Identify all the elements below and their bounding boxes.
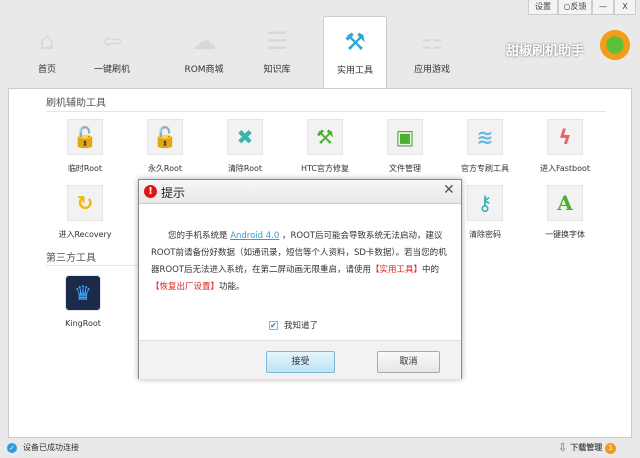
tab-rom-store[interactable]: ☁ ROM商城 [172,16,236,88]
tab-home[interactable]: ⌂ 首页 [15,16,79,88]
tab-label: ROM商城 [184,65,224,75]
checkbox-checked-icon: ✔ [269,320,278,330]
warning-dialog: ! 提示 ✕ 您的手机系统是 Android 4.0 ，ROOT后可能会导致系统… [138,179,462,379]
tools-icon: ⚒ [344,28,366,56]
acknowledge-checkbox[interactable]: ✔ 我知道了 [269,319,318,331]
tab-one-click-flash[interactable]: ⇦ 一键刷机 [80,16,144,88]
close-window-button[interactable]: X [614,0,636,15]
tab-label: 一键刷机 [93,65,130,75]
checkbox-label: 我知道了 [284,321,319,331]
cloud-download-icon: ☁ [192,27,216,55]
divider [46,111,606,112]
dialog-titlebar: ! 提示 ✕ [139,180,461,204]
phone-upgrade-icon: ≋ [467,119,503,155]
cancel-button[interactable]: 取消 [377,351,440,373]
gamepad-icon: ⚏ [421,27,443,55]
minimize-button[interactable]: — [592,0,614,15]
tool-label: 官方专刷工具 [461,164,509,173]
accept-button[interactable]: 接受 [266,351,335,373]
tab-apps-games[interactable]: ⚏ 应用游戏 [400,16,464,88]
connection-status: 设备已成功连接 [23,443,79,452]
tool-label: 进入Fastboot [539,164,591,173]
tool-label: HTC官方修复 [300,164,350,173]
tab-utilities[interactable]: ⚒ 实用工具 [323,16,387,88]
message-text: 您的手机系统是 [168,231,231,241]
kingroot-icon: ♛ [65,275,101,311]
download-manager-label: 下载管理 [570,443,603,452]
warning-icon: ! [144,185,157,198]
dialog-footer: 接受 取消 [139,340,461,379]
dialog-message: 您的手机系统是 Android 4.0 ，ROOT后可能会导致系统无法启动，建议… [151,228,451,296]
tool-label: KingRoot [65,319,101,328]
tool-label: 临时Root [67,164,103,173]
tool-recovery[interactable]: ↻ 进入Recovery [45,185,125,240]
section-title-flash-tools: 刷机辅助工具 [46,98,106,109]
tool-kingroot[interactable]: ♛ KingRoot [43,275,123,328]
message-text: 功能。 [219,282,245,292]
tool-permanent-root[interactable]: 🔓 永久Root [125,119,205,174]
tool-label: 进入Recovery [58,230,112,239]
key-icon: ⚷ [467,185,503,221]
tool-htc-repair[interactable]: ⚒ HTC官方修复 [285,119,365,174]
download-count-badge: 1 [605,442,617,454]
folder-icon: ▣ [387,119,423,155]
tool-label: 清除Root [227,164,263,173]
utilities-highlight: 【实用工具】 [370,265,422,275]
dialog-close-button[interactable]: ✕ [443,182,455,198]
feedback-button[interactable]: ○反馈 [558,0,592,15]
hammer-icon: ⚒ [307,119,343,155]
dialog-title: 提示 [161,186,186,200]
tab-label: 首页 [37,65,56,75]
android-remove-icon: ✖ [227,119,263,155]
status-bar: ✓ 设备已成功连接 ⇩ 下载管理 1 [0,438,640,458]
download-manager-button[interactable]: ⇩ 下载管理 1 [558,438,617,458]
home-icon: ⌂ [39,27,55,55]
brand-logo-icon [600,30,630,60]
font-icon: A [547,185,583,221]
tool-fastboot[interactable]: ϟ 进入Fastboot [525,119,605,174]
lightning-icon: ϟ [547,119,583,155]
tab-label: 实用工具 [336,66,373,76]
brand-logo-text: 甜椒刷机助手 [506,44,585,59]
tool-label: 永久Root [147,164,183,173]
divider [46,265,146,266]
settings-button[interactable]: 设置 [528,0,558,15]
connected-check-icon: ✓ [7,443,17,453]
tool-remove-root[interactable]: ✖ 清除Root [205,119,285,174]
unlock-icon: 🔓 [147,119,183,155]
tool-change-font[interactable]: A 一键换字体 [525,185,605,240]
tab-knowledge[interactable]: ☰ 知识库 [245,16,309,88]
document-icon: ☰ [266,27,288,55]
android-version-link[interactable]: Android 4.0 [230,231,279,241]
flash-icon: ⇦ [101,27,123,55]
message-text: 中的 [422,265,440,275]
feedback-label: 反馈 [570,2,587,11]
unlock-icon: 🔓 [67,119,103,155]
tab-label: 应用游戏 [413,65,450,75]
download-tray-icon: ⇩ [558,441,568,454]
section-title-third-party: 第三方工具 [46,253,96,264]
refresh-icon: ↻ [67,185,103,221]
factory-reset-highlight: 【恢复出厂设置】 [151,282,220,292]
tool-label: 一键换字体 [545,230,585,239]
tool-file-manager[interactable]: ▣ 文件管理 [365,119,445,174]
tool-official-flash[interactable]: ≋ 官方专刷工具 [445,119,525,174]
tool-temp-root[interactable]: 🔓 临时Root [45,119,125,174]
tab-label: 知识库 [263,65,291,75]
tool-label: 文件管理 [389,164,421,173]
